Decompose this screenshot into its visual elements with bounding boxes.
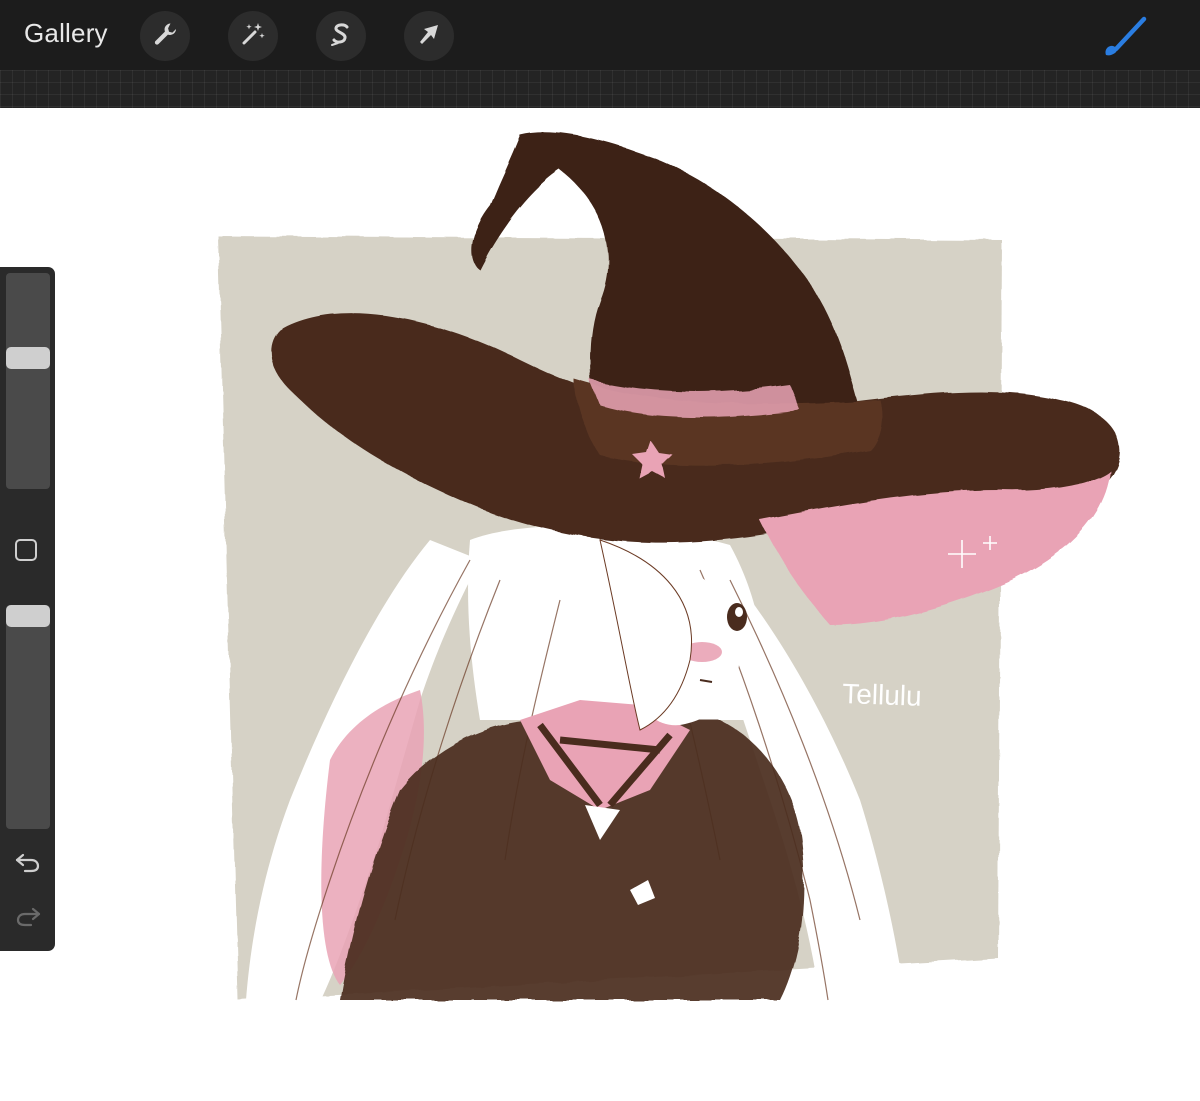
artwork: Tellulu — [218, 132, 1120, 1002]
top-toolbar: Gallery — [0, 0, 1200, 70]
left-sidebar — [0, 267, 55, 951]
signature: Tellulu — [842, 678, 922, 712]
toolbar-grid-strip — [0, 70, 1200, 108]
arrow-cursor-icon — [415, 20, 443, 53]
modify-square-button[interactable] — [15, 539, 37, 561]
opacity-thumb[interactable] — [6, 605, 50, 627]
redo-icon[interactable] — [14, 905, 42, 934]
selection-button[interactable] — [316, 11, 366, 61]
opacity-slider[interactable] — [6, 605, 50, 829]
actions-button[interactable] — [140, 11, 190, 61]
adjustments-button[interactable] — [228, 11, 278, 61]
brush-size-slider[interactable] — [6, 273, 50, 489]
brush-tool-button[interactable] — [1093, 10, 1153, 60]
magic-wand-icon — [238, 19, 268, 54]
brush-icon — [1093, 16, 1153, 64]
transform-button[interactable] — [404, 11, 454, 61]
selection-s-icon — [326, 19, 356, 54]
drawing-canvas[interactable]: Tellulu — [0, 108, 1200, 1101]
brush-size-thumb[interactable] — [6, 346, 50, 369]
wrench-icon — [151, 20, 179, 53]
gallery-button[interactable]: Gallery — [24, 18, 108, 49]
undo-icon[interactable] — [14, 851, 42, 880]
